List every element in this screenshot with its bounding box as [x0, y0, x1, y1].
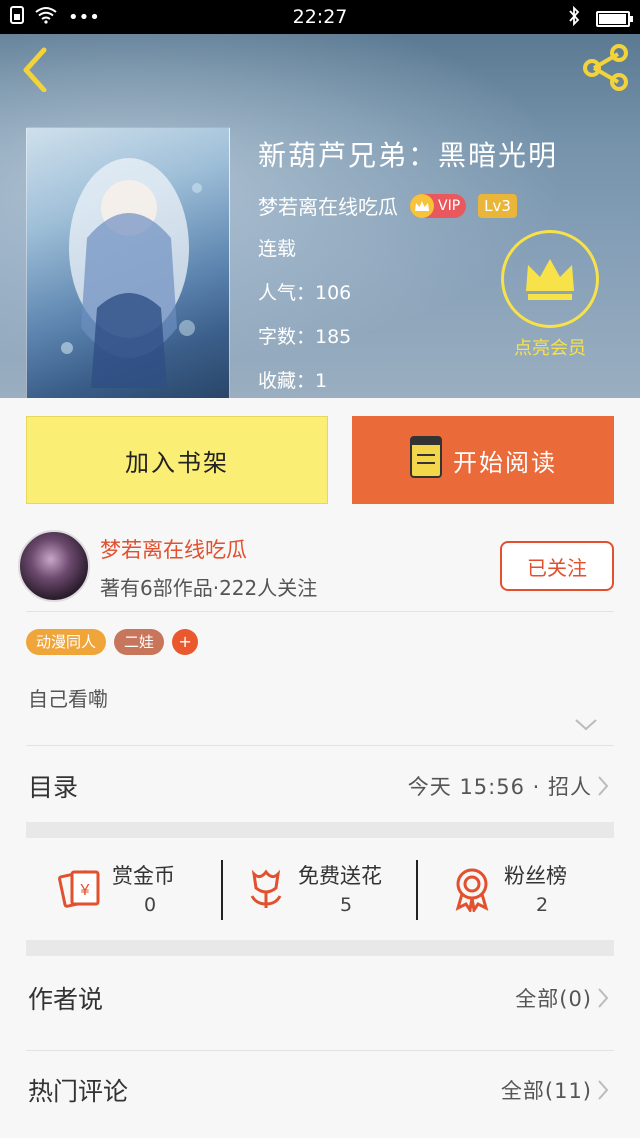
level-badge: Lv3	[478, 193, 517, 218]
crown-icon	[501, 230, 599, 328]
back-button[interactable]	[14, 42, 58, 93]
book-cover[interactable]	[26, 127, 230, 398]
book-description: 自己看嘞	[28, 687, 108, 711]
section-gap	[26, 940, 614, 956]
book-title: 新葫芦兄弟：黑暗光明	[258, 139, 559, 172]
author-card-name[interactable]: 梦若离在线吃瓜	[100, 534, 247, 564]
crown-icon	[410, 193, 434, 218]
stat-divider	[221, 860, 223, 920]
chevron-right-icon[interactable]	[596, 1078, 610, 1102]
member-button[interactable]: 点亮会员	[500, 230, 600, 360]
chevron-right-icon[interactable]	[596, 774, 610, 798]
stat-divider	[416, 860, 418, 920]
tag-list: 动漫同人 二娃 +	[26, 629, 199, 655]
author-line: 梦若离在线吃瓜 VIP Lv3	[258, 191, 517, 220]
hot-comments-title[interactable]: 热门评论	[28, 1072, 128, 1108]
author-card-stats: 著有6部作品·222人关注	[100, 576, 318, 600]
reward-coins[interactable]: ¥ 赏金币 0	[56, 858, 206, 922]
red-envelope-yen-icon: ¥	[56, 864, 104, 912]
serial-status: 连载	[258, 238, 297, 260]
divider	[26, 1050, 614, 1051]
start-reading-button[interactable]: 开始阅读	[352, 416, 614, 504]
fan-ranking[interactable]: 粉丝榜 2	[448, 858, 598, 922]
add-tag-button[interactable]: +	[172, 629, 199, 655]
catalog-update[interactable]: 今天 15:56 · 招人	[408, 771, 592, 801]
status-bar: ••• 22:27	[0, 0, 640, 34]
tag-item[interactable]: 动漫同人	[26, 629, 107, 655]
hot-comments-all-link[interactable]: 全部(11)	[501, 1075, 592, 1105]
chevron-right-icon[interactable]	[596, 986, 610, 1010]
divider	[26, 745, 614, 746]
book-header: 新葫芦兄弟：黑暗光明 梦若离在线吃瓜 VIP Lv3 连载 人气：106 字数：…	[0, 34, 640, 398]
favorites: 收藏：1	[258, 370, 328, 392]
chevron-down-icon[interactable]	[573, 716, 599, 734]
word-count: 字数：185	[258, 326, 352, 348]
free-flowers[interactable]: 免费送花 5	[242, 858, 412, 922]
vip-badge: VIP	[410, 193, 467, 218]
author-says-all-link[interactable]: 全部(0)	[515, 983, 592, 1013]
author-says-title[interactable]: 作者说	[28, 980, 103, 1016]
add-to-shelf-button[interactable]: 加入书架	[26, 416, 328, 504]
member-label: 点亮会员	[514, 338, 586, 359]
share-button[interactable]	[580, 42, 630, 92]
follow-button[interactable]: 已关注	[500, 541, 614, 591]
flower-icon	[242, 864, 290, 912]
battery-icon	[596, 10, 633, 27]
divider	[26, 611, 614, 612]
clock: 22:27	[292, 6, 348, 28]
author-name[interactable]: 梦若离在线吃瓜	[258, 191, 398, 220]
book-icon	[409, 435, 443, 485]
tag-item[interactable]: 二娃	[114, 629, 165, 655]
svg-text:¥: ¥	[80, 882, 90, 899]
author-avatar[interactable]	[18, 530, 90, 602]
bluetooth-icon	[568, 5, 580, 31]
section-gap	[26, 822, 614, 838]
popularity: 人气：106	[258, 282, 352, 304]
catalog-title[interactable]: 目录	[28, 768, 78, 804]
medal-icon	[448, 864, 496, 914]
